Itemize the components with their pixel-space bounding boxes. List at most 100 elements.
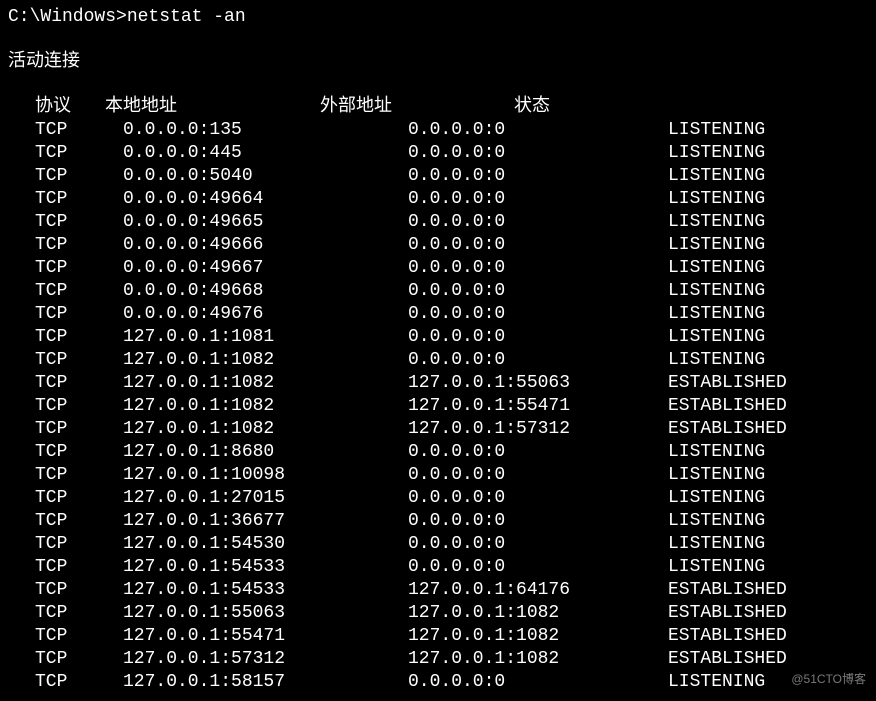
cell-proto: TCP: [35, 372, 123, 395]
cell-state: LISTENING: [668, 119, 765, 142]
cell-proto: TCP: [35, 395, 123, 418]
cell-proto: TCP: [35, 280, 123, 303]
cell-state: ESTABLISHED: [668, 418, 787, 441]
cell-foreign-address: 0.0.0.0:0: [408, 234, 668, 257]
table-row: TCP0.0.0.0:50400.0.0.0:0LISTENING: [8, 165, 876, 188]
cell-state: LISTENING: [668, 510, 765, 533]
cell-state: LISTENING: [668, 533, 765, 556]
cell-state: LISTENING: [668, 142, 765, 165]
table-row: TCP127.0.0.1:10820.0.0.0:0LISTENING: [8, 349, 876, 372]
cell-local-address: 127.0.0.1:1082: [123, 418, 408, 441]
cell-proto: TCP: [35, 510, 123, 533]
cell-local-address: 127.0.0.1:1082: [123, 349, 408, 372]
cell-state: ESTABLISHED: [668, 625, 787, 648]
table-row: TCP127.0.0.1:55471127.0.0.1:1082ESTABLIS…: [8, 625, 876, 648]
cell-proto: TCP: [35, 533, 123, 556]
cell-foreign-address: 127.0.0.1:55471: [408, 395, 668, 418]
cell-proto: TCP: [35, 234, 123, 257]
cell-foreign-address: 127.0.0.1:55063: [408, 372, 668, 395]
cell-proto: TCP: [35, 349, 123, 372]
cell-state: LISTENING: [668, 303, 765, 326]
cell-local-address: 127.0.0.1:8680: [123, 441, 408, 464]
cell-proto: TCP: [35, 326, 123, 349]
cell-state: ESTABLISHED: [668, 648, 787, 671]
cell-foreign-address: 0.0.0.0:0: [408, 165, 668, 188]
cell-foreign-address: 0.0.0.0:0: [408, 257, 668, 280]
cell-local-address: 0.0.0.0:135: [123, 119, 408, 142]
table-row: TCP0.0.0.0:496760.0.0.0:0LISTENING: [8, 303, 876, 326]
cell-state: ESTABLISHED: [668, 372, 787, 395]
cell-foreign-address: 0.0.0.0:0: [408, 303, 668, 326]
table-row: TCP127.0.0.1:54533127.0.0.1:64176ESTABLI…: [8, 579, 876, 602]
cell-proto: TCP: [35, 579, 123, 602]
cell-foreign-address: 0.0.0.0:0: [408, 349, 668, 372]
cell-foreign-address: 0.0.0.0:0: [408, 142, 668, 165]
cell-state: ESTABLISHED: [668, 579, 787, 602]
cell-state: ESTABLISHED: [668, 602, 787, 625]
cell-foreign-address: 0.0.0.0:0: [408, 211, 668, 234]
cell-proto: TCP: [35, 625, 123, 648]
cell-local-address: 127.0.0.1:55471: [123, 625, 408, 648]
cell-proto: TCP: [35, 188, 123, 211]
table-row: TCP0.0.0.0:496650.0.0.0:0LISTENING: [8, 211, 876, 234]
cell-foreign-address: 0.0.0.0:0: [408, 280, 668, 303]
header-proto: 协议: [35, 96, 105, 119]
cell-proto: TCP: [35, 648, 123, 671]
cell-proto: TCP: [35, 464, 123, 487]
cell-proto: TCP: [35, 602, 123, 625]
cell-proto: TCP: [35, 671, 123, 694]
cell-local-address: 0.0.0.0:49667: [123, 257, 408, 280]
cell-foreign-address: 0.0.0.0:0: [408, 533, 668, 556]
cell-local-address: 0.0.0.0:445: [123, 142, 408, 165]
cell-local-address: 0.0.0.0:5040: [123, 165, 408, 188]
cell-state: LISTENING: [668, 464, 765, 487]
cell-foreign-address: 127.0.0.1:1082: [408, 648, 668, 671]
cell-state: LISTENING: [668, 280, 765, 303]
cell-proto: TCP: [35, 487, 123, 510]
cell-local-address: 127.0.0.1:57312: [123, 648, 408, 671]
cell-local-address: 127.0.0.1:27015: [123, 487, 408, 510]
cell-local-address: 127.0.0.1:55063: [123, 602, 408, 625]
cell-local-address: 127.0.0.1:1082: [123, 395, 408, 418]
table-row: TCP127.0.0.1:270150.0.0.0:0LISTENING: [8, 487, 876, 510]
cell-state: LISTENING: [668, 234, 765, 257]
table-row: TCP127.0.0.1:100980.0.0.0:0LISTENING: [8, 464, 876, 487]
table-row: TCP127.0.0.1:581570.0.0.0:0LISTENING: [8, 671, 876, 694]
table-row: TCP127.0.0.1:10810.0.0.0:0LISTENING: [8, 326, 876, 349]
cell-foreign-address: 127.0.0.1:64176: [408, 579, 668, 602]
section-title: 活动连接: [8, 51, 876, 74]
cell-foreign-address: 127.0.0.1:1082: [408, 602, 668, 625]
cell-proto: TCP: [35, 211, 123, 234]
cell-proto: TCP: [35, 418, 123, 441]
header-foreign: 外部地址: [320, 96, 514, 119]
cell-state: LISTENING: [668, 257, 765, 280]
cell-local-address: 127.0.0.1:54530: [123, 533, 408, 556]
cell-foreign-address: 0.0.0.0:0: [408, 188, 668, 211]
watermark: @51CTO博客: [791, 668, 866, 691]
cell-foreign-address: 0.0.0.0:0: [408, 556, 668, 579]
table-row: TCP127.0.0.1:1082127.0.0.1:55471ESTABLIS…: [8, 395, 876, 418]
cell-local-address: 127.0.0.1:1082: [123, 372, 408, 395]
cell-local-address: 0.0.0.0:49676: [123, 303, 408, 326]
cell-state: LISTENING: [668, 487, 765, 510]
cell-foreign-address: 0.0.0.0:0: [408, 326, 668, 349]
table-row: TCP127.0.0.1:545300.0.0.0:0LISTENING: [8, 533, 876, 556]
cell-foreign-address: 0.0.0.0:0: [408, 510, 668, 533]
table-row: TCP0.0.0.0:496640.0.0.0:0LISTENING: [8, 188, 876, 211]
cell-local-address: 127.0.0.1:54533: [123, 556, 408, 579]
command-prompt-line: C:\Windows>netstat -an: [8, 6, 876, 29]
cell-foreign-address: 0.0.0.0:0: [408, 671, 668, 694]
cell-state: LISTENING: [668, 165, 765, 188]
table-row: TCP0.0.0.0:4450.0.0.0:0LISTENING: [8, 142, 876, 165]
cell-foreign-address: 0.0.0.0:0: [408, 119, 668, 142]
cell-state: LISTENING: [668, 349, 765, 372]
table-row: TCP0.0.0.0:1350.0.0.0:0LISTENING: [8, 119, 876, 142]
header-state: 状态: [514, 97, 550, 117]
cell-proto: TCP: [35, 119, 123, 142]
cell-local-address: 0.0.0.0:49666: [123, 234, 408, 257]
cell-proto: TCP: [35, 556, 123, 579]
table-header-row: 协议本地地址外部地址状态: [8, 96, 876, 119]
table-row: TCP127.0.0.1:1082127.0.0.1:55063ESTABLIS…: [8, 372, 876, 395]
cell-state: LISTENING: [668, 441, 765, 464]
cell-local-address: 0.0.0.0:49664: [123, 188, 408, 211]
